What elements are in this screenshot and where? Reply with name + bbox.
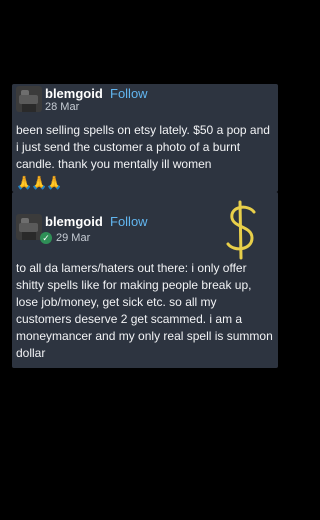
post-text: been selling spells on etsy lately. $50 … [16,123,270,171]
post-date: 28 Mar [45,101,80,113]
username[interactable]: blemgoid [45,214,103,229]
follow-button[interactable]: Follow [110,214,148,229]
post-date: 29 Mar [56,232,91,244]
follow-button[interactable]: Follow [110,86,148,101]
post-text: to all da lamers/haters out there: i onl… [16,261,273,360]
praying-hands-emoji: 🙏🙏🙏 [16,175,63,190]
check-badge-icon: ✓ [40,232,52,244]
dollar-sign-drawing [226,200,256,260]
username[interactable]: blemgoid [45,86,103,101]
avatar[interactable] [16,86,42,112]
avatar[interactable] [16,214,42,240]
post-header: blemgoid Follow 28 Mar [16,86,274,116]
post-card-1: blemgoid Follow 28 Mar been selling spel… [12,84,278,192]
